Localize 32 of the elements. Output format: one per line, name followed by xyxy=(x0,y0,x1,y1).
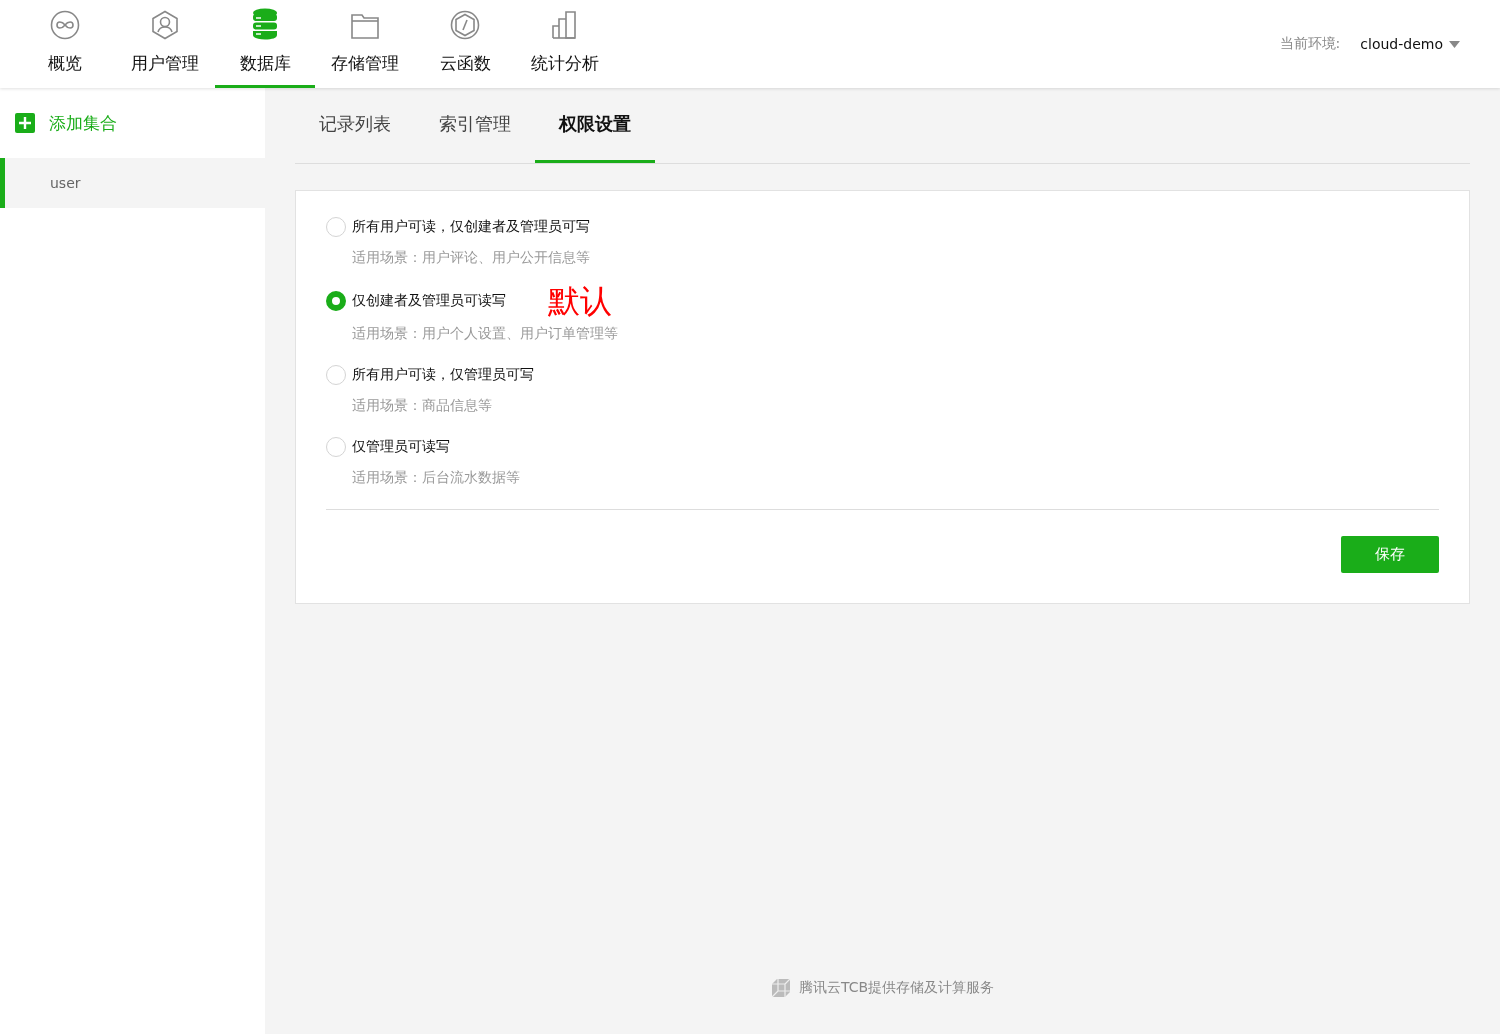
nav-tab[interactable]: 存储管理 xyxy=(315,0,415,88)
environment-label: 当前环境: xyxy=(1279,35,1341,53)
collection-item[interactable]: user xyxy=(0,158,265,208)
nav-tab[interactable]: 用户管理 xyxy=(115,0,215,88)
option-hint: 适用场景：用户评论、用户公开信息等 xyxy=(352,249,591,267)
user-icon xyxy=(150,10,180,40)
nav-tab[interactable]: 概览 xyxy=(15,0,115,88)
nav-tab[interactable]: 统计分析 xyxy=(515,0,615,88)
caret-icon xyxy=(1449,40,1460,48)
folder-icon xyxy=(350,12,380,40)
database-icon xyxy=(252,8,278,40)
radio-button[interactable] xyxy=(326,437,346,457)
option-hint: 适用场景：后台流水数据等 xyxy=(352,469,521,487)
radio-button[interactable] xyxy=(326,217,346,237)
option-hint: 适用场景：用户个人设置、用户订单管理等 xyxy=(352,325,619,343)
option-label: 仅创建者及管理员可读写 xyxy=(352,292,506,310)
tab[interactable]: 索引管理 xyxy=(415,88,535,163)
cube-icon xyxy=(770,978,791,998)
plus-icon xyxy=(15,113,35,133)
option-hint: 适用场景：商品信息等 xyxy=(352,397,493,415)
infinity-icon xyxy=(50,10,80,40)
radio-button[interactable] xyxy=(326,365,346,385)
option-label: 仅管理员可读写 xyxy=(352,438,450,456)
footer-text: 腾讯云TCB提供存储及计算服务 xyxy=(798,979,995,997)
environment-select[interactable]: cloud-demo xyxy=(1360,36,1460,52)
nav-tab[interactable]: 云函数 xyxy=(415,0,515,88)
tab[interactable]: 记录列表 xyxy=(295,88,415,163)
option-label: 所有用户可读，仅创建者及管理员可写 xyxy=(352,218,590,236)
radio-button[interactable] xyxy=(326,291,346,311)
tab[interactable]: 权限设置 xyxy=(535,88,655,163)
option-label: 所有用户可读，仅管理员可写 xyxy=(352,366,534,384)
code-icon xyxy=(450,10,480,40)
